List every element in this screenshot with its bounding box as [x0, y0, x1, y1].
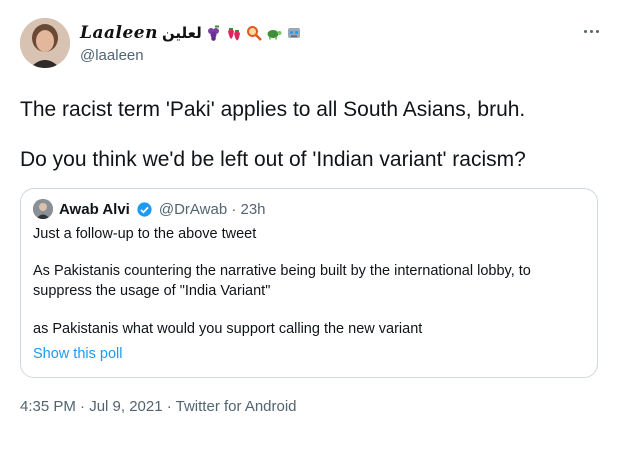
- tweet-timestamp[interactable]: 4:35 PM · Jul 9, 2021 · Twitter for Andr…: [20, 398, 297, 415]
- turtle-icon: [267, 30, 282, 40]
- author-name-row[interactable]: Laaleen لعلين: [80, 22, 302, 44]
- tweet-text-line-1: The racist term 'Paki' applies to all So…: [20, 98, 526, 121]
- quoted-text-line-2: As Pakistanis countering the narrative b…: [33, 263, 531, 279]
- tweet: Laaleen لعلين @laaleen The racist term '…: [0, 0, 640, 455]
- quoted-handle-time: @DrAwab · 23h: [158, 200, 266, 218]
- quoted-tweet[interactable]: Awab Alvi @DrAwab · 23h Just a follow-up…: [20, 188, 598, 378]
- grapes-icon: [207, 25, 219, 41]
- robot-icon: [287, 28, 300, 38]
- quoted-author-name: Awab Alvi: [59, 200, 130, 218]
- author-arabic-name: لعلين: [161, 24, 202, 42]
- author-handle[interactable]: @laaleen: [80, 47, 144, 64]
- verified-badge-icon: [137, 201, 152, 217]
- quoted-author-avatar: [33, 199, 53, 219]
- author-display-name[interactable]: Laaleen: [80, 23, 158, 43]
- quoted-text-line-1: Just a follow-up to the above tweet: [33, 226, 257, 242]
- quoted-tweet-header: Awab Alvi @DrAwab · 23h: [33, 199, 266, 219]
- tweet-text-line-2: Do you think we'd be left out of 'Indian…: [20, 148, 526, 171]
- quoted-text-line-4: as Pakistanis what would you support cal…: [33, 321, 423, 337]
- more-icon[interactable]: [582, 26, 600, 36]
- quoted-text-line-3: suppress the usage of "India Variant": [33, 283, 271, 299]
- magnifier-icon: [246, 26, 262, 41]
- strawberries-icon: [227, 28, 240, 41]
- show-poll-link[interactable]: Show this poll: [33, 346, 122, 362]
- author-avatar[interactable]: [20, 18, 70, 68]
